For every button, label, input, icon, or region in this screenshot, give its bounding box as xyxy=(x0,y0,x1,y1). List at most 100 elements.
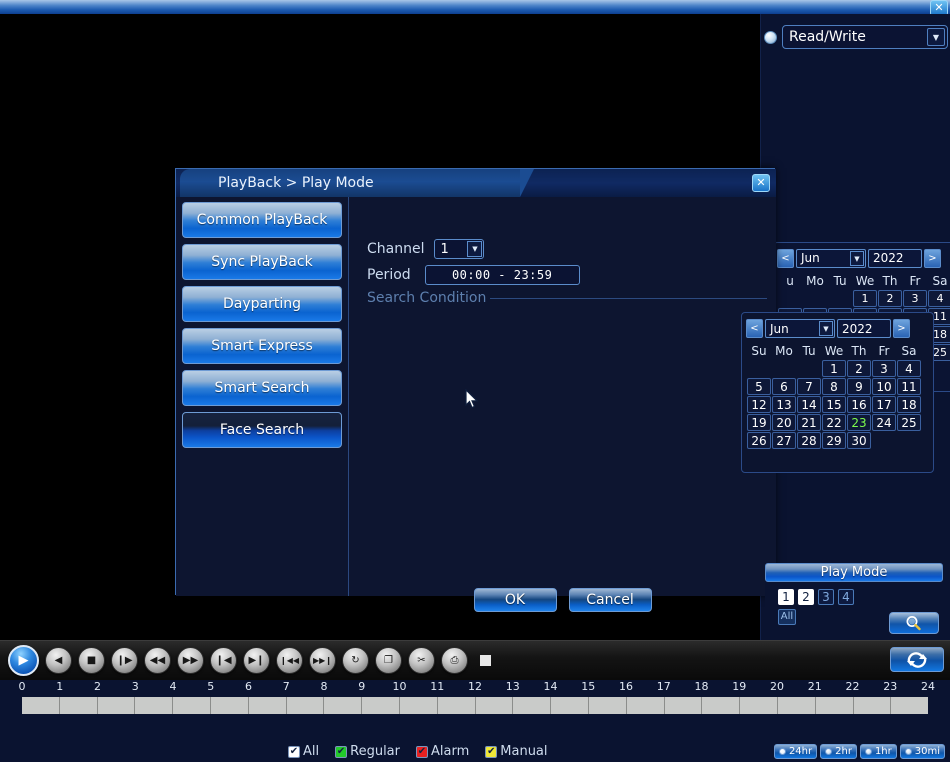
read-write-radio-icon[interactable] xyxy=(764,31,777,44)
filter-alarm[interactable]: ✔Alarm xyxy=(416,744,469,759)
calendar-day-cell[interactable]: 24 xyxy=(872,414,896,431)
calendar-day-cell[interactable]: 10 xyxy=(872,378,896,395)
read-write-select[interactable]: Read/Write ▼ xyxy=(782,25,948,49)
backup-button[interactable]: ⎙ xyxy=(441,647,468,674)
filter-regular[interactable]: ✔Regular xyxy=(335,744,400,759)
ok-button[interactable]: OK xyxy=(474,588,557,612)
rewind-button[interactable]: ◀◀ xyxy=(144,647,171,674)
timeline-segment[interactable] xyxy=(249,697,287,714)
calendar-days-body[interactable]: 1234567891011121314151617181920212223242… xyxy=(747,360,921,449)
search-button[interactable] xyxy=(889,612,939,634)
sidebar-item-smart-search[interactable]: Smart Search xyxy=(182,370,342,406)
calendar-day-cell[interactable]: 17 xyxy=(872,396,896,413)
play-button[interactable]: ▶ xyxy=(8,645,39,676)
play-mode-all-button[interactable]: All xyxy=(778,609,796,625)
calendar-day-cell[interactable]: 2 xyxy=(878,290,902,307)
calendar-day-cell[interactable]: 6 xyxy=(772,378,796,395)
sidebar-item-sync-playback[interactable]: Sync PlayBack xyxy=(182,244,342,280)
timeline-segment[interactable] xyxy=(324,697,362,714)
calendar-day-cell[interactable]: 21 xyxy=(797,414,821,431)
calendar-day-cell[interactable]: 4 xyxy=(897,360,921,377)
next-file-button[interactable]: ▶▶❙ xyxy=(309,647,336,674)
loop-button[interactable]: ↻ xyxy=(342,647,369,674)
period-input[interactable]: 00:00 - 23:59 xyxy=(425,265,580,285)
timeline-segment[interactable] xyxy=(891,697,928,714)
time-range-30mi[interactable]: 30mi xyxy=(900,744,945,759)
timeline-segment[interactable] xyxy=(816,697,854,714)
multi-window-button[interactable]: ❐ xyxy=(375,647,402,674)
fast-forward-button[interactable]: ▶▶ xyxy=(177,647,204,674)
calendar-day-cell[interactable]: 16 xyxy=(847,396,871,413)
chevron-down-icon[interactable]: ▼ xyxy=(467,241,482,257)
calendar-day-cell[interactable]: 29 xyxy=(822,432,846,449)
timeline-segment[interactable] xyxy=(854,697,892,714)
chevron-down-icon[interactable]: ▼ xyxy=(850,251,864,266)
stop-button[interactable]: ■ xyxy=(78,647,105,674)
timeline-segment[interactable] xyxy=(60,697,98,714)
timeline-segment[interactable] xyxy=(476,697,514,714)
sidebar-item-smart-express[interactable]: Smart Express xyxy=(182,328,342,364)
checkbox-icon[interactable]: ✔ xyxy=(485,746,497,758)
sidebar-item-face-search[interactable]: Face Search xyxy=(182,412,342,448)
timeline-segment[interactable] xyxy=(438,697,476,714)
calendar-day-cell[interactable]: 4 xyxy=(928,290,950,307)
play-mode-channel-1[interactable]: 1 xyxy=(778,589,794,605)
calendar-day-cell[interactable]: 25 xyxy=(897,414,921,431)
timeline-segment[interactable] xyxy=(173,697,211,714)
timeline-track[interactable] xyxy=(22,697,928,714)
year-field[interactable]: 2022 xyxy=(868,249,922,268)
play-mode-channel-2[interactable]: 2 xyxy=(798,589,814,605)
timeline-segment[interactable] xyxy=(98,697,136,714)
play-mode-channel-4[interactable]: 4 xyxy=(838,589,854,605)
cancel-button[interactable]: Cancel xyxy=(569,588,652,612)
calendar-day-cell[interactable]: 1 xyxy=(853,290,877,307)
calendar-day-cell[interactable]: 1 xyxy=(822,360,846,377)
radio-icon[interactable] xyxy=(779,748,786,755)
timeline-segment[interactable] xyxy=(211,697,249,714)
timeline-segment[interactable] xyxy=(513,697,551,714)
play-mode-channel-3[interactable]: 3 xyxy=(818,589,834,605)
calendar-day-cell[interactable]: 22 xyxy=(822,414,846,431)
calendar-day-cell[interactable]: 7 xyxy=(797,378,821,395)
calendar-day-cell[interactable]: 2 xyxy=(847,360,871,377)
calendar-day-cell[interactable]: 26 xyxy=(747,432,771,449)
previous-frame-button[interactable]: ❙◀ xyxy=(210,647,237,674)
sidebar-item-common-playback[interactable]: Common PlayBack xyxy=(182,202,342,238)
calendar-day-cell[interactable]: 8 xyxy=(822,378,846,395)
chevron-down-icon[interactable]: ▼ xyxy=(927,28,945,46)
clip-scissors-button[interactable]: ✂ xyxy=(408,647,435,674)
next-frame-button[interactable]: ▶❙ xyxy=(243,647,270,674)
chevron-down-icon[interactable]: ▼ xyxy=(819,321,833,336)
timeline-segment[interactable] xyxy=(135,697,173,714)
frame-step-button[interactable]: ❙▶ xyxy=(111,647,138,674)
time-range-2hr[interactable]: 2hr xyxy=(820,744,857,759)
calendar-day-cell[interactable]: 20 xyxy=(772,414,796,431)
checkbox-icon[interactable]: ✔ xyxy=(416,746,428,758)
prev-month-button[interactable]: < xyxy=(746,319,763,338)
calendar-day-cell[interactable]: 18 xyxy=(897,396,921,413)
timeline-segment[interactable] xyxy=(627,697,665,714)
calendar-day-cell[interactable]: 11 xyxy=(897,378,921,395)
timeline-segment[interactable] xyxy=(665,697,703,714)
next-month-button[interactable]: > xyxy=(924,249,941,268)
dialog-calendar[interactable]: < Jun ▼ 2022 > SuMoTuWeThFrSa 1234567891… xyxy=(741,312,934,473)
timeline-segment[interactable] xyxy=(287,697,325,714)
calendar-day-cell[interactable]: 19 xyxy=(747,414,771,431)
calendar-day-cell[interactable]: 28 xyxy=(797,432,821,449)
filter-all[interactable]: ✔All xyxy=(288,744,319,759)
calendar-day-cell[interactable]: 27 xyxy=(772,432,796,449)
record-marker-indicator[interactable] xyxy=(480,655,491,666)
filter-manual[interactable]: ✔Manual xyxy=(485,744,547,759)
time-range-1hr[interactable]: 1hr xyxy=(860,744,897,759)
calendar-day-cell[interactable]: 30 xyxy=(847,432,871,449)
calendar-day-cell[interactable]: 13 xyxy=(772,396,796,413)
calendar-day-cell[interactable]: 3 xyxy=(903,290,927,307)
month-select[interactable]: Jun ▼ xyxy=(796,249,866,268)
calendar-day-cell[interactable]: 23 xyxy=(847,414,871,431)
timeline-segment[interactable] xyxy=(400,697,438,714)
next-month-button[interactable]: > xyxy=(893,319,910,338)
radio-icon[interactable] xyxy=(825,748,832,755)
calendar-day-cell[interactable]: 3 xyxy=(872,360,896,377)
reverse-play-button[interactable]: ◀ xyxy=(45,647,72,674)
calendar-day-cell[interactable]: 14 xyxy=(797,396,821,413)
